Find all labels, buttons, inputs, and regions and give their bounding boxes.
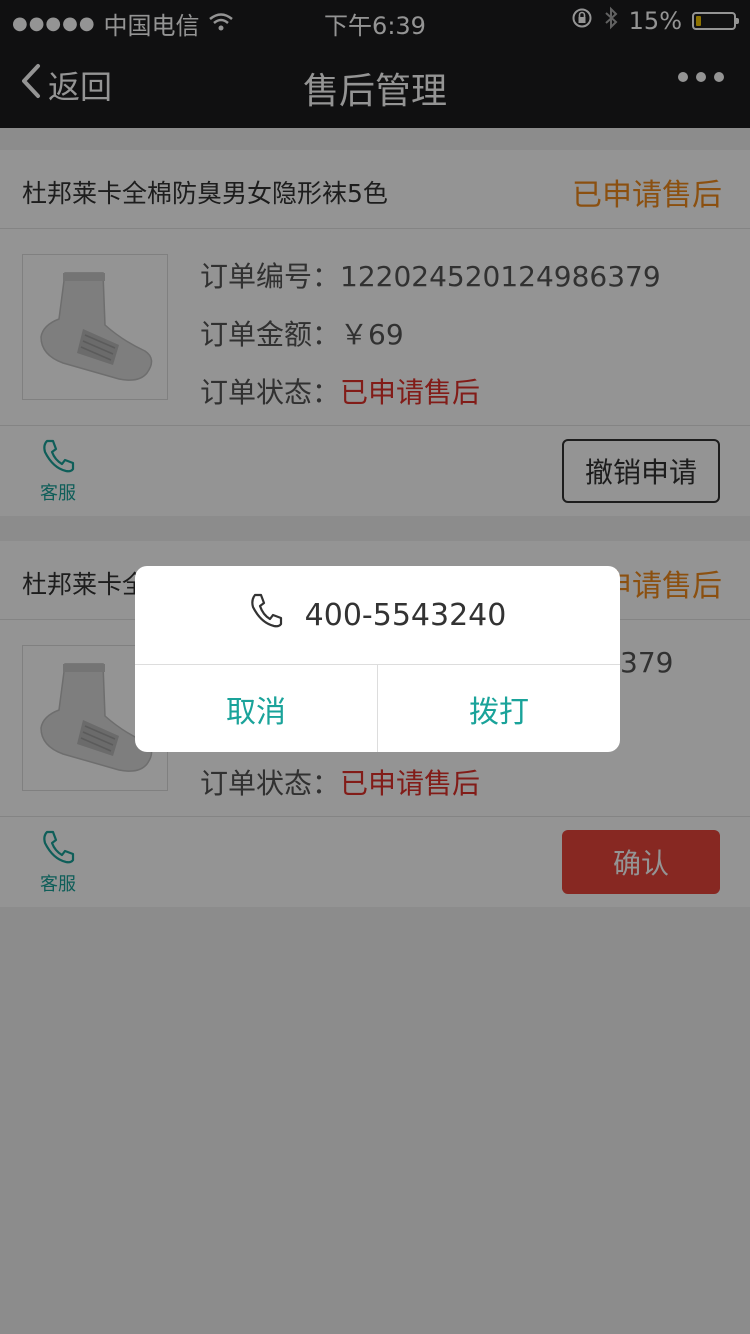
call-button[interactable]: 拨打 — [377, 665, 620, 752]
dialog-phone-row: 400-5543240 — [135, 566, 620, 665]
cancel-button[interactable]: 取消 — [135, 665, 377, 752]
phone-icon — [249, 592, 283, 638]
call-dialog: 400-5543240 取消 拨打 — [135, 566, 620, 752]
phone-number: 400-5543240 — [304, 597, 507, 633]
dialog-actions: 取消 拨打 — [135, 665, 620, 752]
